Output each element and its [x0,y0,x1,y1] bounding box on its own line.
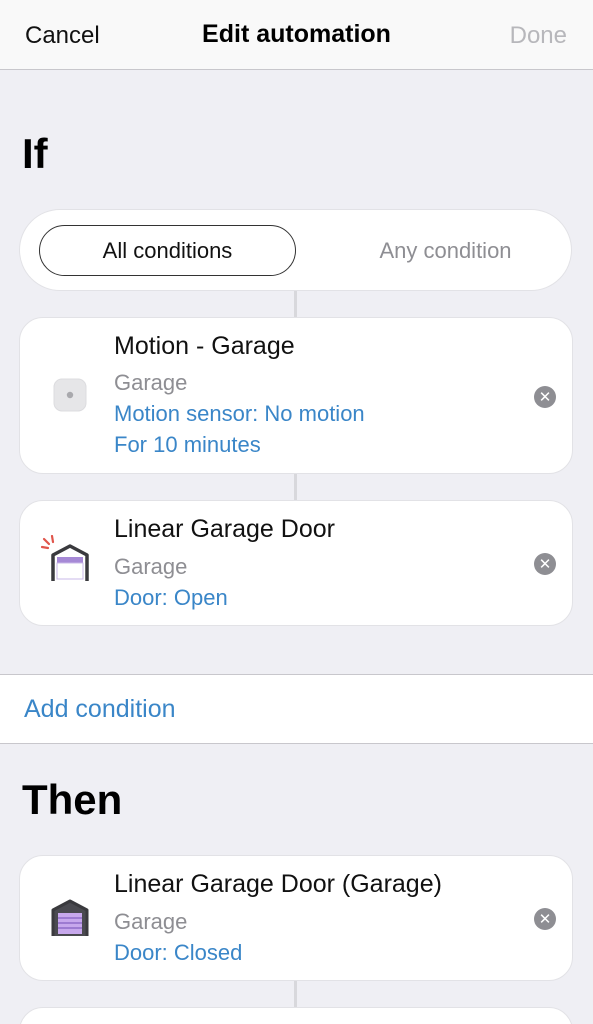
connector-line [294,981,297,1007]
all-conditions-option[interactable]: All conditions [39,225,296,276]
garage-door-open-icon [40,534,92,585]
add-condition-row: Add condition [0,674,593,744]
if-section-title: If [22,130,48,177]
condition-card-garage-door[interactable]: Linear Garage Door Garage Door: Open ✕ [19,500,573,626]
condition-device-name: Linear Garage Door [114,515,335,543]
condition-card-motion[interactable]: Motion - Garage Garage Motion sensor: No… [19,317,573,474]
condition-duration-link[interactable]: For 10 minutes [114,432,261,458]
condition-mode-segment: All conditions Any condition [19,209,572,291]
condition-location: Garage [114,370,188,395]
condition-state-link[interactable]: Door: Open [114,585,228,611]
remove-condition-button[interactable]: ✕ [534,553,556,575]
connector-line [294,474,297,500]
page-title: Edit automation [202,20,391,48]
action-state-link[interactable]: Door: Closed [114,940,242,966]
motion-sensor-icon [53,378,87,412]
remove-condition-button[interactable]: ✕ [534,386,556,408]
condition-location: Garage [114,554,188,579]
condition-device-name: Motion - Garage [114,332,295,360]
then-section-title: Then [22,776,123,823]
done-button[interactable]: Done [510,22,567,50]
any-condition-option[interactable]: Any condition [317,225,574,276]
nav-bar: Cancel Edit automation Done [0,0,593,70]
condition-state-link[interactable]: Motion sensor: No motion [114,401,365,427]
action-card-garage-door[interactable]: Linear Garage Door (Garage) Garage Door:… [19,855,573,981]
remove-action-button[interactable]: ✕ [534,908,556,930]
garage-door-closed-icon [50,898,90,938]
connector-line [294,291,297,317]
action-card-next[interactable] [19,1007,573,1024]
add-condition-button[interactable]: Add condition [24,695,176,724]
action-device-name: Linear Garage Door (Garage) [114,870,442,898]
action-location: Garage [114,909,188,934]
